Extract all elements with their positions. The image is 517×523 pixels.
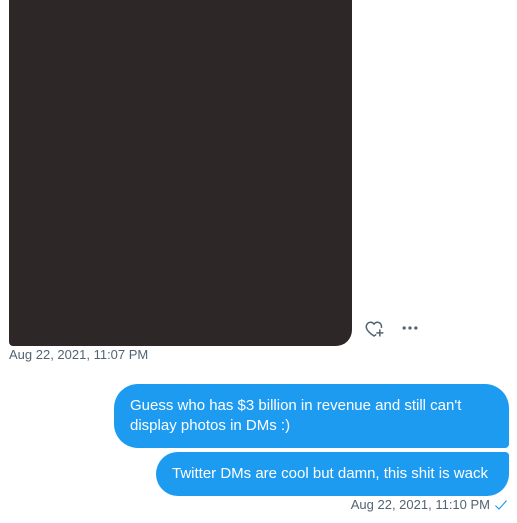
react-button[interactable]	[362, 316, 386, 340]
sent-timestamp-row: Aug 22, 2021, 11:10 PM	[351, 497, 508, 513]
sent-message-bubble[interactable]: Guess who has $3 billion in revenue and …	[114, 384, 509, 448]
message-text: Guess who has $3 billion in revenue and …	[130, 397, 462, 434]
sent-timestamp: Aug 22, 2021, 11:10 PM	[350, 497, 490, 512]
received-photo[interactable]	[9, 0, 352, 346]
more-horizontal-icon	[402, 326, 418, 330]
heart-plus-icon	[365, 321, 384, 337]
received-timestamp: Aug 22, 2021, 11:07 PM	[9, 347, 149, 362]
message-text: Twitter DMs are cool but damn, this shit…	[172, 465, 488, 482]
seen-check-icon	[495, 500, 507, 510]
dm-thread: Aug 22, 2021, 11:07 PM Guess who has $3 …	[0, 0, 517, 523]
more-options-button[interactable]	[398, 316, 422, 340]
sent-message-bubble[interactable]: Twitter DMs are cool but damn, this shit…	[156, 452, 509, 496]
